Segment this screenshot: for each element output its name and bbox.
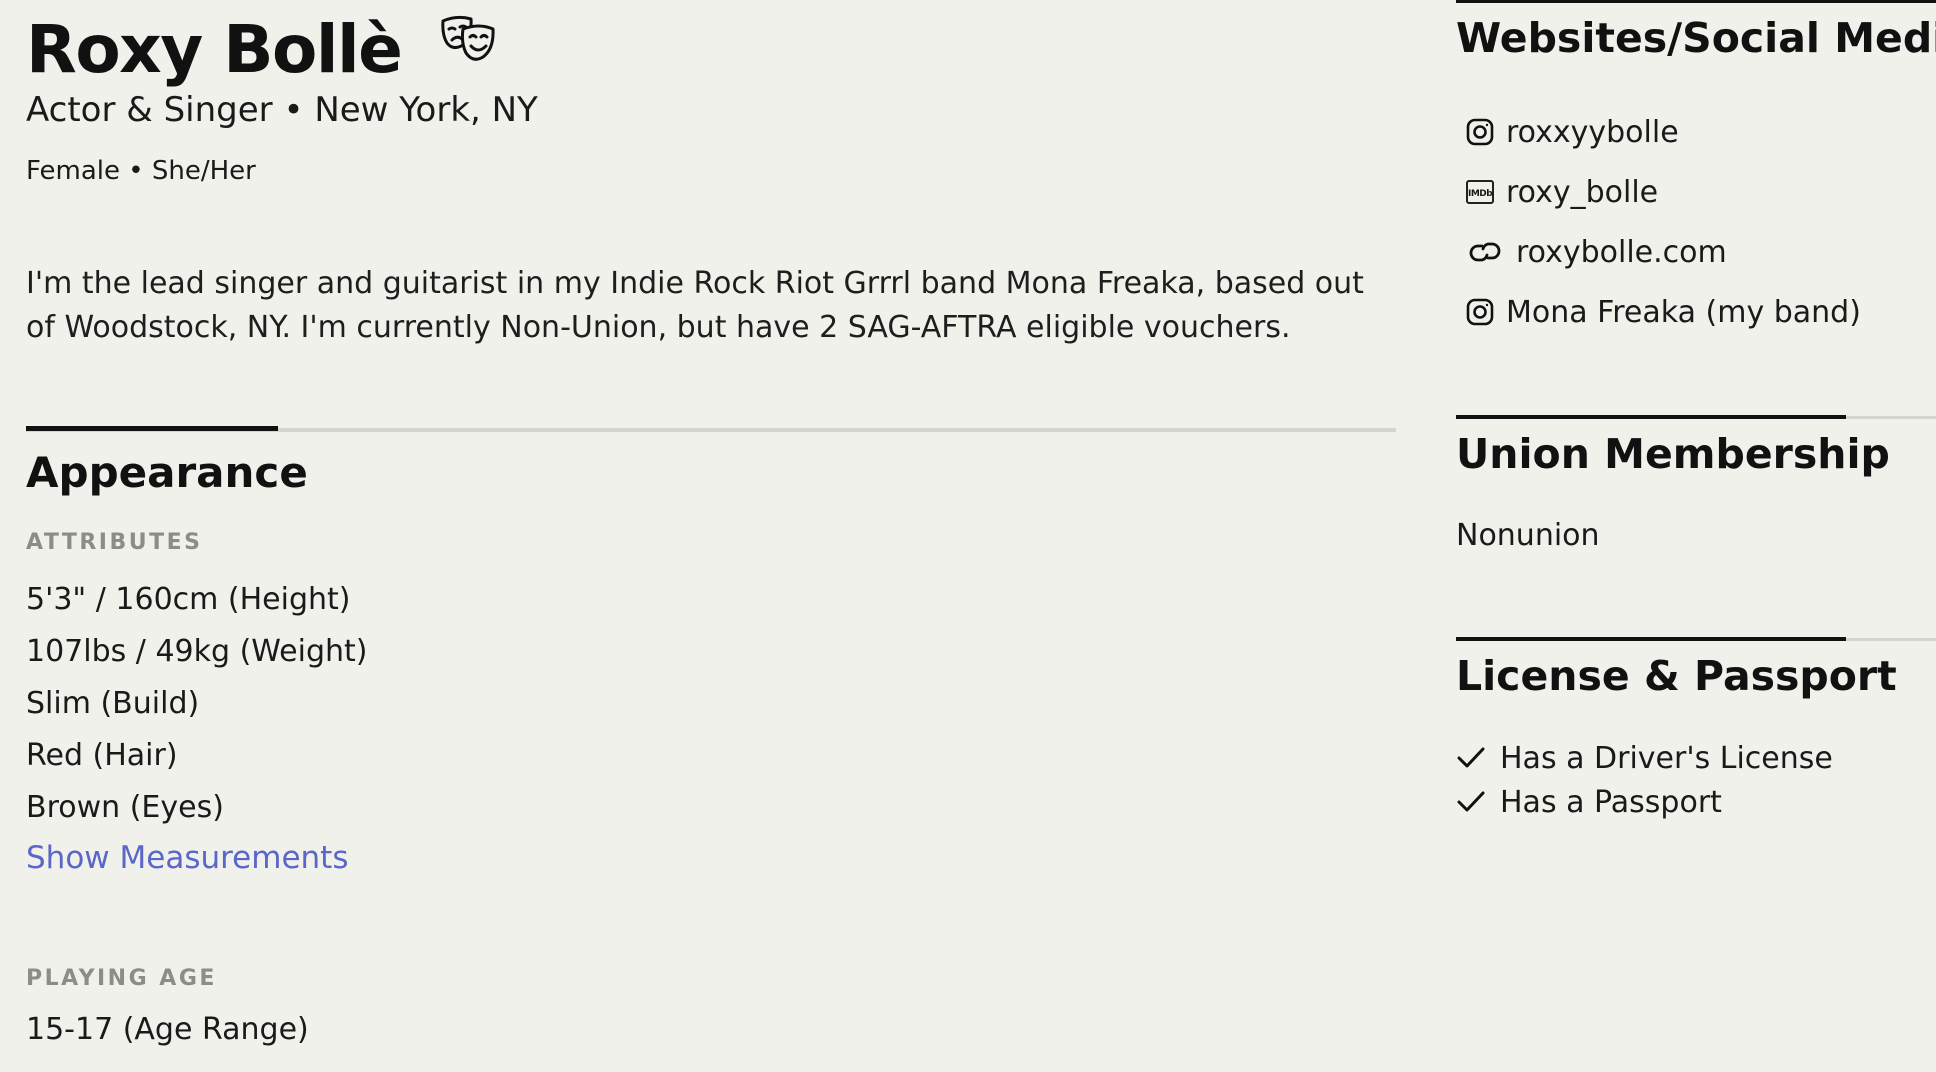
instagram-icon [1462, 114, 1498, 150]
attribute-build: Slim (Build) [26, 686, 200, 721]
attribute-height: 5'3" / 160cm (Height) [26, 582, 351, 617]
checkmark-icon [1456, 743, 1486, 773]
license-item-label: Has a Driver's License [1500, 740, 1833, 776]
union-divider-active [1456, 415, 1846, 419]
attribute-weight: 107lbs / 49kg (Weight) [26, 634, 368, 669]
attribute-eyes: Brown (Eyes) [26, 790, 224, 825]
section-divider [26, 426, 1396, 432]
license-title: License & Passport [1456, 652, 1897, 700]
attributes-label: ATTRIBUTES [26, 530, 203, 555]
playing-age-value: 15-17 (Age Range) [26, 1012, 309, 1047]
profile-page: Roxy Bollè Actor & Singer • New York, NY… [0, 0, 1936, 1072]
profile-bio: I'm the lead singer and guitarist in my … [26, 266, 1364, 345]
imdb-icon: IMDb [1462, 174, 1498, 210]
social-link-label: Mona Freaka (my band) [1506, 294, 1861, 330]
section-divider-active [26, 426, 278, 431]
attributes-list: 5'3" / 160cm (Height) 107lbs / 49kg (Wei… [26, 574, 368, 834]
license-item-drivers: Has a Driver's License [1456, 736, 1833, 780]
social-link-website[interactable]: roxybolle.com [1456, 222, 1861, 282]
profile-name: Roxy Bollè [26, 11, 403, 88]
imdb-icon-text: IMDb [1466, 180, 1494, 204]
checkmark-icon [1456, 787, 1486, 817]
license-item-label: Has a Passport [1500, 784, 1722, 820]
websites-title: Websites/Social Media [1456, 14, 1936, 62]
websites-divider [1456, 0, 1936, 3]
theater-masks-icon [439, 15, 497, 63]
union-title: Union Membership [1456, 430, 1890, 478]
playing-age-label: PLAYING AGE [26, 966, 217, 991]
websites-divider-active [1456, 0, 1936, 3]
social-link-band-instagram[interactable]: Mona Freaka (my band) [1456, 282, 1861, 342]
link-icon [1462, 234, 1508, 270]
license-list: Has a Driver's License Has a Passport [1456, 736, 1833, 824]
profile-subtitle: Actor & Singer • New York, NY [26, 90, 538, 130]
license-divider-active [1456, 637, 1846, 641]
social-links-list: roxxyybolle IMDb roxy_bolle roxybolle.co… [1456, 102, 1861, 342]
license-item-passport: Has a Passport [1456, 780, 1833, 824]
social-link-imdb[interactable]: IMDb roxy_bolle [1456, 162, 1861, 222]
social-link-label: roxybolle.com [1516, 234, 1727, 270]
social-link-label: roxxyybolle [1506, 114, 1679, 150]
social-link-label: roxy_bolle [1506, 174, 1659, 210]
attribute-hair: Red (Hair) [26, 738, 178, 773]
union-value: Nonunion [1456, 518, 1600, 553]
instagram-icon [1462, 294, 1498, 330]
union-divider [1456, 415, 1936, 419]
social-link-instagram[interactable]: roxxyybolle [1456, 102, 1861, 162]
license-divider [1456, 637, 1936, 641]
profile-header: Roxy Bollè [26, 10, 497, 90]
appearance-title: Appearance [26, 448, 308, 497]
show-measurements-link[interactable]: Show Measurements [26, 840, 348, 876]
profile-gender-pronouns: Female • She/Her [26, 156, 256, 186]
